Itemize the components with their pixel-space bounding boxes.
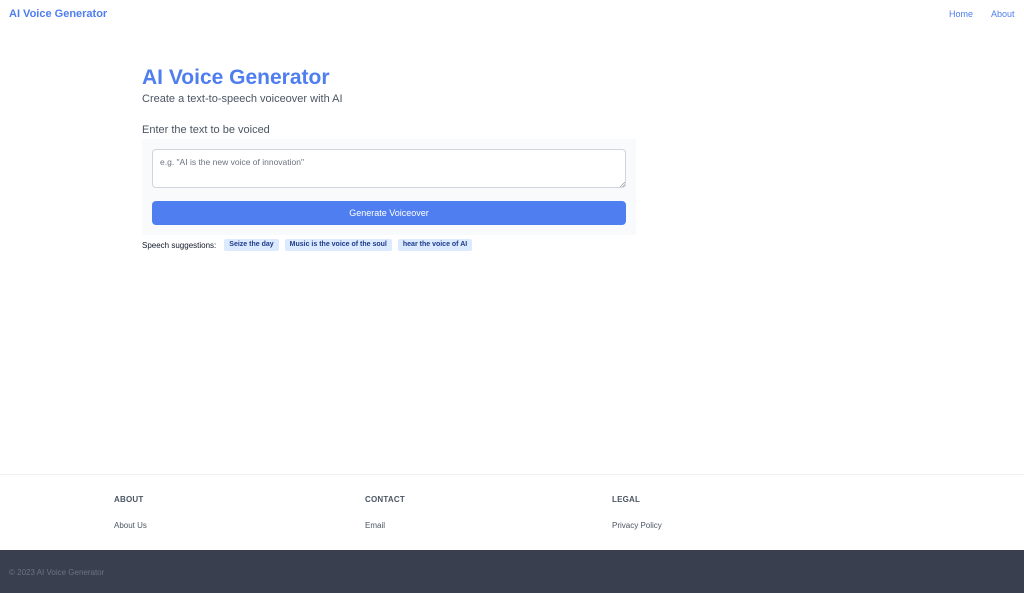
speech-text-input[interactable]	[152, 149, 626, 188]
voice-form-panel: Generate Voiceover	[142, 139, 636, 235]
speech-suggestions: Speech suggestions: Seize the day Music …	[142, 239, 473, 251]
generate-voiceover-button[interactable]: Generate Voiceover	[152, 201, 626, 225]
top-navbar: AI Voice Generator Home About	[0, 0, 1024, 30]
text-input-label: Enter the text to be voiced	[142, 124, 270, 136]
suggestion-chip[interactable]: Seize the day	[224, 239, 279, 251]
page-title: AI Voice Generator	[142, 66, 330, 89]
suggestions-label: Speech suggestions:	[142, 240, 217, 250]
footer-links-section: ABOUT About Us CONTACT Email LEGAL Priva…	[0, 474, 1024, 550]
footer-column-legal: LEGAL Privacy Policy	[612, 495, 662, 530]
footer-column-about: ABOUT About Us	[114, 495, 147, 530]
suggestion-chip[interactable]: hear the voice of AI	[397, 239, 473, 251]
suggestion-chip[interactable]: Music is the voice of the soul	[284, 239, 392, 251]
copyright-text: © 2023 AI Voice Generator	[9, 568, 105, 577]
footer-link-email[interactable]: Email	[365, 521, 405, 530]
nav-home-link[interactable]: Home	[949, 9, 973, 19]
footer-heading-legal: LEGAL	[612, 495, 641, 504]
nav-about-link[interactable]: About	[991, 9, 1015, 19]
page-subtitle: Create a text-to-speech voiceover with A…	[142, 93, 343, 105]
footer-link-about-us[interactable]: About Us	[114, 521, 147, 530]
footer-copyright-bar: © 2023 AI Voice Generator	[0, 550, 1024, 593]
brand-logo-link[interactable]: AI Voice Generator	[9, 8, 107, 20]
footer-column-contact: CONTACT Email	[365, 495, 405, 530]
footer-link-privacy-policy[interactable]: Privacy Policy	[612, 521, 662, 530]
footer-heading-contact: CONTACT	[365, 495, 405, 504]
footer-heading-about: ABOUT	[114, 495, 144, 504]
